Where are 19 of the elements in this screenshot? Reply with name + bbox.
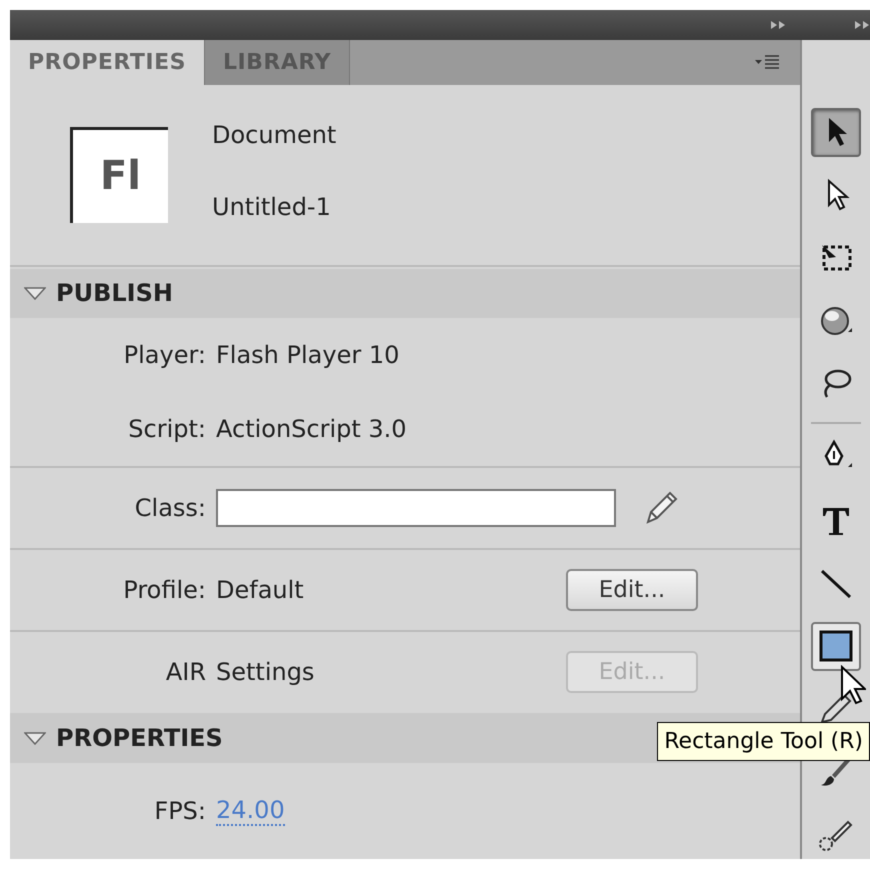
field-value: ActionScript 3.0 [216,415,407,444]
panel-tab[interactable]: PROPERTIES [10,40,205,85]
field-label: Player: [122,341,207,370]
panel-tab[interactable]: LIBRARY [204,40,350,85]
field-label: Script: [127,415,207,444]
field-value: Default [216,576,305,604]
field-value: Settings [216,658,316,686]
document-type: Document [212,120,336,149]
field-label: Class: [134,494,207,522]
field-label: AIR [164,658,207,686]
document-logo: Fl [70,126,168,223]
field-label: FPS: [153,797,207,826]
field-value: Flash Player 10 [216,341,400,370]
field-label: Profile: [122,576,207,604]
fps-value-link[interactable]: 24.00 [216,796,285,826]
section-header[interactable]: PUBLISH [10,268,800,318]
tooltip: Rectangle Tool (R) [657,722,870,761]
edit-button[interactable]: Edit... [566,568,698,611]
document-name: Untitled-1 [212,192,332,221]
